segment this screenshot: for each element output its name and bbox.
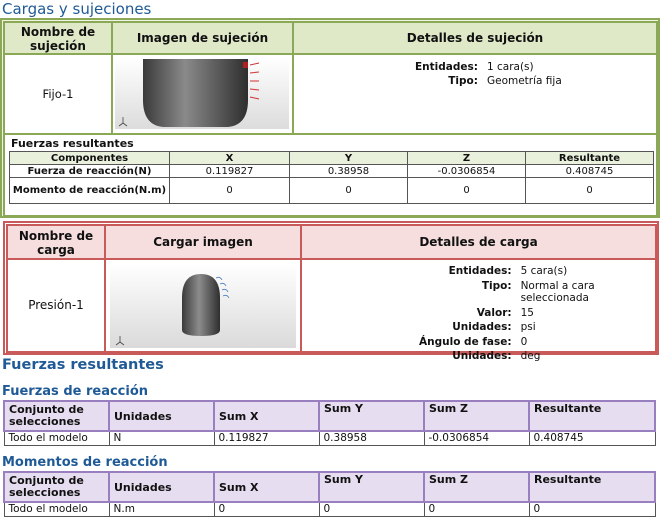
cell: 0.408745	[525, 164, 654, 178]
col-header: Resultante	[525, 151, 654, 165]
reaction-moments-heading: Momentos de reacción	[2, 455, 168, 470]
load-name-header: Nombre de carga	[6, 224, 106, 260]
row-label: Momento de reacción(N.m)	[9, 177, 170, 204]
load-details-header: Detalles de carga	[300, 224, 657, 260]
fixtures-section: Nombre de sujeción Imagen de sujeción De…	[0, 18, 660, 218]
detail-value: 0	[520, 335, 528, 348]
detail-key: Unidades:	[452, 321, 512, 333]
fixture-name-header: Nombre de sujeción	[3, 21, 113, 55]
cell: 0	[213, 501, 320, 517]
detail-value: 15	[520, 306, 534, 319]
detail-value: Normal a cara seleccionada	[520, 279, 595, 305]
load-details: Entidades: 5 cara(s) Tipo: Normal a cara s…	[300, 258, 657, 362]
cell: 0	[528, 501, 656, 517]
fixture-details: Entidades: 1 cara(s) Tipo: Geometría fija	[292, 53, 658, 135]
cell: N.m	[108, 501, 215, 517]
fixture-name: Fijo-1	[3, 53, 113, 135]
section-title: Cargas y sujeciones	[2, 0, 152, 18]
detail-value: psi	[520, 321, 536, 333]
table-row: Momento de reacción(N.m) 0 0 0 0	[9, 177, 654, 204]
detail-key: Tipo:	[481, 279, 512, 292]
reaction-forces-table: Conjunto de selecciones Unidades Sum X S…	[3, 400, 656, 446]
cell: Todo el modelo	[3, 501, 110, 517]
col-header: Sum Y	[318, 471, 425, 503]
col-header: Y	[289, 151, 408, 165]
detail-key: Ángulo de fase:	[419, 335, 512, 348]
detail-key: Tipo:	[448, 75, 478, 87]
resultant-forces-heading: Fuerzas resultantes	[2, 357, 164, 373]
col-header: Sum X	[213, 400, 320, 432]
fixture-details-header: Detalles de sujeción	[292, 21, 658, 55]
cell: 0	[318, 501, 425, 517]
col-header: Componentes	[9, 151, 170, 165]
col-header: Sum Y	[318, 400, 425, 432]
cell: 0	[525, 177, 654, 204]
detail-key: Entidades:	[415, 61, 478, 73]
col-header: Conjunto de selecciones	[3, 400, 110, 432]
col-header: X	[169, 151, 290, 165]
col-header: Conjunto de selecciones	[3, 471, 110, 503]
cell: 0.408745	[528, 430, 656, 446]
cell: 0	[407, 177, 526, 204]
load-image-cell	[104, 258, 302, 353]
cell: Todo el modelo	[3, 430, 110, 446]
detail-value: 5 cara(s)	[520, 265, 568, 277]
table-row: Todo el modelo N 0.119827 0.38958 -0.030…	[3, 430, 656, 446]
cell: -0.0306854	[407, 164, 526, 178]
detail-key: Entidades:	[448, 265, 512, 277]
table-row: Fuerza de reacción(N) 0.119827 0.38958 -…	[9, 164, 654, 178]
reaction-forces-heading: Fuerzas de reacción	[2, 384, 149, 399]
col-header: Unidades	[108, 471, 215, 503]
fixture-image-header: Imagen de sujeción	[111, 21, 294, 55]
detail-key: Valor:	[476, 306, 512, 319]
detail-value: 1 cara(s)	[486, 61, 534, 73]
col-header: Z	[407, 151, 526, 165]
col-header: Resultante	[528, 400, 656, 432]
load-image-header: Cargar imagen	[104, 224, 302, 260]
fixture-resultant-table: Componentes X Y Z Resultante Fuerza de r…	[9, 151, 654, 204]
cell: N	[108, 430, 215, 446]
cell: 0	[289, 177, 408, 204]
reaction-moments-table: Conjunto de selecciones Unidades Sum X S…	[3, 471, 656, 517]
cell: 0.119827	[213, 430, 320, 446]
table-row: Todo el modelo N.m 0 0 0 0	[3, 501, 656, 517]
detail-key: Unidades:	[452, 350, 512, 362]
col-header: Sum Z	[423, 471, 530, 503]
fixture-image-cell	[111, 53, 294, 135]
detail-value: Geometría fija	[486, 75, 562, 87]
cell: 0.38958	[318, 430, 425, 446]
col-header: Resultante	[528, 471, 656, 503]
row-label: Fuerza de reacción(N)	[9, 164, 170, 178]
col-header: Unidades	[108, 400, 215, 432]
load-model-image	[110, 264, 296, 348]
cell: 0	[423, 501, 530, 517]
col-header: Sum X	[213, 471, 320, 503]
detail-value: deg	[520, 350, 541, 362]
resultant-subtitle: Fuerzas resultantes	[11, 137, 134, 150]
col-header: Sum Z	[423, 400, 530, 432]
load-name: Presión-1	[6, 258, 106, 353]
cell: 0.119827	[169, 164, 290, 178]
fixture-model-image	[115, 57, 289, 129]
fixture-resultant-panel: Fuerzas resultantes Componentes X Y Z Re…	[3, 133, 658, 217]
cell: -0.0306854	[423, 430, 530, 446]
loads-section: Nombre de carga Cargar imagen Detalles d…	[3, 221, 659, 362]
cell: 0.38958	[289, 164, 408, 178]
cell: 0	[169, 177, 290, 204]
